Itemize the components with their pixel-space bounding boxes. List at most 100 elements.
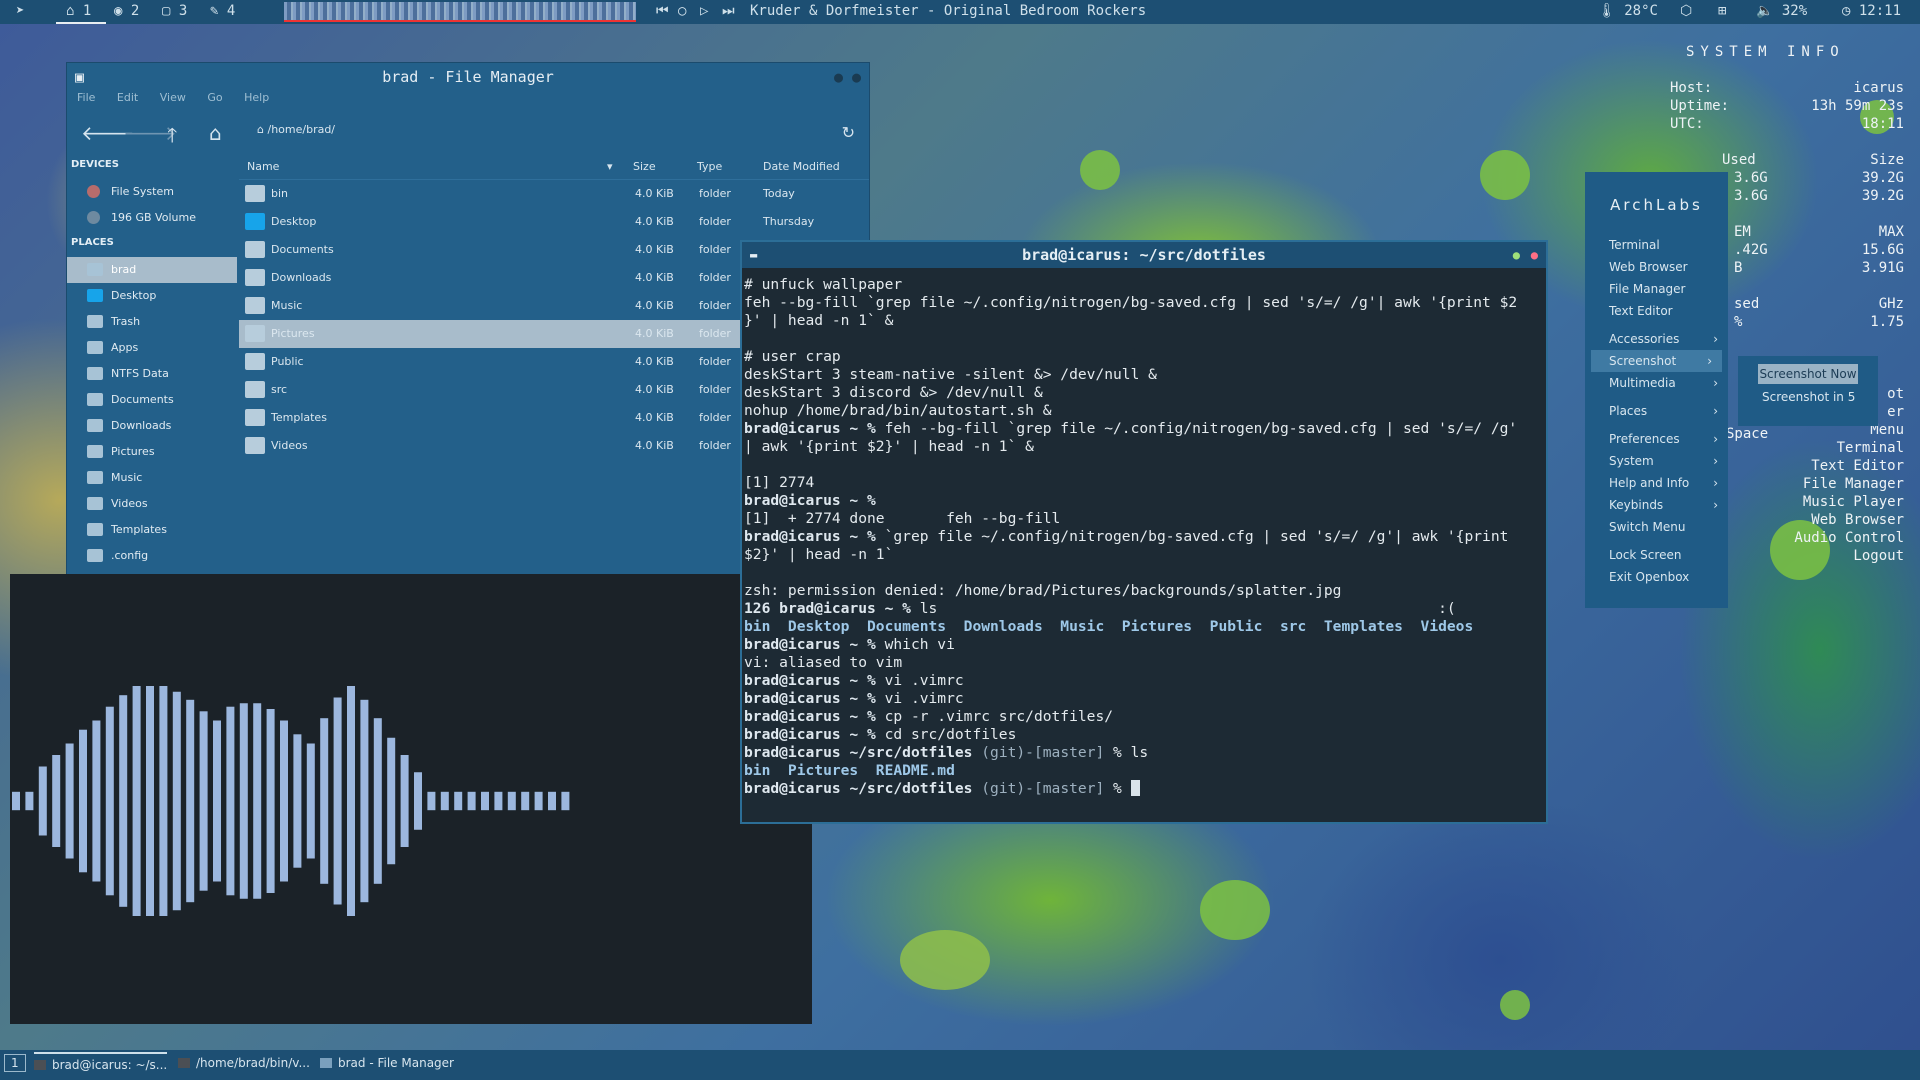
up-arrow-icon[interactable]: 🡑 bbox=[167, 121, 177, 155]
menu-item-keybinds[interactable]: Keybinds › bbox=[1585, 494, 1728, 516]
sidebar-item-file-system[interactable]: File System bbox=[67, 179, 237, 205]
workspace-1[interactable]: ⌂ 1 bbox=[66, 3, 91, 19]
menu-item-screenshot[interactable]: Screenshot › bbox=[1591, 350, 1722, 372]
menu-item-lock-screen[interactable]: Lock Screen bbox=[1585, 544, 1728, 566]
sidebar-item-apps[interactable]: Apps bbox=[67, 335, 237, 361]
menu-item-file-manager[interactable]: File Manager bbox=[1585, 278, 1728, 300]
visualizer-bar bbox=[132, 686, 141, 916]
sort-chevron-icon[interactable]: ▾ bbox=[607, 160, 613, 173]
file-row[interactable]: Desktop 4.0 KiB folder Thursday bbox=[239, 208, 869, 236]
visualizer-bar bbox=[534, 791, 543, 811]
visualizer-bar bbox=[159, 686, 168, 916]
menu-item-text-editor[interactable]: Text Editor bbox=[1585, 300, 1728, 322]
sidebar-item-downloads[interactable]: Downloads bbox=[67, 413, 237, 439]
sidebar-item-config[interactable]: .config bbox=[67, 543, 237, 569]
visualizer-bar bbox=[25, 791, 34, 811]
menu-item-help[interactable]: Help and Info › bbox=[1585, 472, 1728, 494]
file-manager-titlebar[interactable]: ▣ brad - File Manager ● ● bbox=[67, 63, 869, 91]
menu-title: ArchLabs bbox=[1610, 196, 1703, 214]
visualizer-bar bbox=[373, 718, 382, 884]
clock[interactable]: ◷ 12:11 bbox=[1842, 3, 1901, 19]
visualizer-bar bbox=[38, 766, 47, 836]
reload-icon[interactable]: ↻ bbox=[842, 123, 855, 142]
sidebar-item-brad[interactable]: brad bbox=[67, 257, 237, 283]
system-info-title: SYSTEM INFO bbox=[1686, 44, 1845, 60]
visualizer-bar bbox=[146, 686, 154, 916]
column-date[interactable]: Date Modified bbox=[763, 160, 840, 173]
location-bar[interactable]: ⌂ /home/brad/ bbox=[257, 123, 335, 136]
desktop-icon bbox=[87, 289, 103, 302]
folder-icon bbox=[245, 353, 265, 370]
terminal-titlebar[interactable]: ▬ brad@icarus: ~/src/dotfiles ● ● bbox=[742, 242, 1546, 268]
task-terminal[interactable]: brad@icarus: ~/s... bbox=[34, 1052, 168, 1072]
menu-item-switch-menu[interactable]: Switch Menu bbox=[1585, 516, 1728, 538]
task-file-manager[interactable]: brad - File Manager bbox=[320, 1056, 454, 1070]
launcher-icon[interactable]: ➤ bbox=[16, 3, 24, 19]
close-button[interactable]: ● bbox=[1531, 242, 1538, 268]
menu-view[interactable]: View bbox=[160, 91, 186, 104]
workspace-indicator[interactable]: 1 bbox=[4, 1054, 26, 1072]
sidebar-item-documents[interactable]: Documents bbox=[67, 387, 237, 413]
stop-button[interactable]: ○ bbox=[678, 3, 686, 19]
menu-go[interactable]: Go bbox=[207, 91, 222, 104]
visualizer-bar bbox=[199, 711, 208, 891]
workspace-2[interactable]: ◉ 2 bbox=[114, 3, 139, 19]
column-name[interactable]: Name bbox=[247, 160, 279, 173]
menu-item-multimedia[interactable]: Multimedia › bbox=[1585, 372, 1728, 394]
visualizer-bar bbox=[12, 791, 20, 811]
workspace-3[interactable]: ▢ 3 bbox=[162, 3, 187, 19]
minimize-button[interactable]: ● bbox=[834, 63, 843, 91]
maximize-button[interactable]: ● bbox=[1513, 242, 1520, 268]
prev-track-button[interactable]: ⏮ bbox=[656, 3, 669, 19]
menu-item-screenshot-in-5[interactable]: Screenshot in 5 bbox=[1762, 390, 1855, 404]
menu-item-exit-openbox[interactable]: Exit Openbox bbox=[1585, 566, 1728, 588]
sidebar-item-videos[interactable]: Videos bbox=[67, 491, 237, 517]
column-size[interactable]: Size bbox=[633, 160, 656, 173]
now-playing-title: Kruder & Dorfmeister - Original Bedroom … bbox=[750, 3, 1147, 19]
network-icon[interactable]: ⊞ bbox=[1718, 3, 1726, 19]
task-editor[interactable]: /home/brad/bin/v... bbox=[178, 1056, 310, 1070]
visualizer-bar bbox=[105, 706, 114, 896]
volume-readout[interactable]: 🔈 32% bbox=[1756, 3, 1807, 19]
file-row[interactable]: bin 4.0 KiB folder Today bbox=[239, 180, 869, 208]
drive-icon bbox=[87, 211, 100, 224]
chevron-right-icon: › bbox=[1713, 432, 1718, 446]
close-button[interactable]: ● bbox=[852, 63, 861, 91]
sidebar-item-music[interactable]: Music bbox=[67, 465, 237, 491]
sidebar-item-templates[interactable]: Templates bbox=[67, 517, 237, 543]
sidebar-item-trash[interactable]: Trash bbox=[67, 309, 237, 335]
cursor bbox=[1130, 780, 1140, 796]
visualizer-bar bbox=[92, 720, 101, 882]
package-icon[interactable]: ⬡ bbox=[1680, 3, 1692, 19]
sidebar-item-pictures[interactable]: Pictures bbox=[67, 439, 237, 465]
menu-item-web-browser[interactable]: Web Browser bbox=[1585, 256, 1728, 278]
editor-icon bbox=[178, 1058, 190, 1068]
menu-item-screenshot-now[interactable]: Screenshot Now bbox=[1758, 364, 1858, 384]
menu-help[interactable]: Help bbox=[244, 91, 269, 104]
sidebar-item-volume[interactable]: 196 GB Volume bbox=[67, 205, 237, 231]
visualizer-bar bbox=[467, 791, 476, 811]
visualizer-bar bbox=[548, 791, 556, 811]
menu-item-places[interactable]: Places › bbox=[1585, 400, 1728, 422]
home-icon[interactable]: ⌂ bbox=[209, 121, 222, 145]
menu-item-terminal[interactable]: Terminal bbox=[1585, 234, 1728, 256]
menu-item-preferences[interactable]: Preferences › bbox=[1585, 428, 1728, 450]
folder-icon bbox=[87, 523, 103, 536]
sidebar-item-desktop[interactable]: Desktop bbox=[67, 283, 237, 309]
sidebar-item-ntfs[interactable]: NTFS Data bbox=[67, 361, 237, 387]
column-type[interactable]: Type bbox=[697, 160, 722, 173]
menu-edit[interactable]: Edit bbox=[117, 91, 138, 104]
drive-icon bbox=[87, 185, 100, 198]
column-headers: Name ▾ Size Type Date Modified bbox=[239, 155, 869, 180]
terminal-window[interactable]: ▬ brad@icarus: ~/src/dotfiles ● ● # unfu… bbox=[740, 240, 1548, 824]
menu-item-system[interactable]: System › bbox=[1585, 450, 1728, 472]
menu-file[interactable]: File bbox=[77, 91, 95, 104]
visualizer-bar bbox=[561, 791, 570, 811]
visualizer-bar bbox=[172, 691, 181, 911]
visualizer-bar bbox=[306, 743, 315, 859]
next-track-button[interactable]: ⏭ bbox=[722, 3, 735, 19]
play-button[interactable]: ▷ bbox=[700, 3, 708, 19]
splatter bbox=[1200, 880, 1270, 940]
menu-item-accessories[interactable]: Accessories › bbox=[1585, 328, 1728, 350]
workspace-4[interactable]: ✎ 4 bbox=[210, 3, 235, 19]
